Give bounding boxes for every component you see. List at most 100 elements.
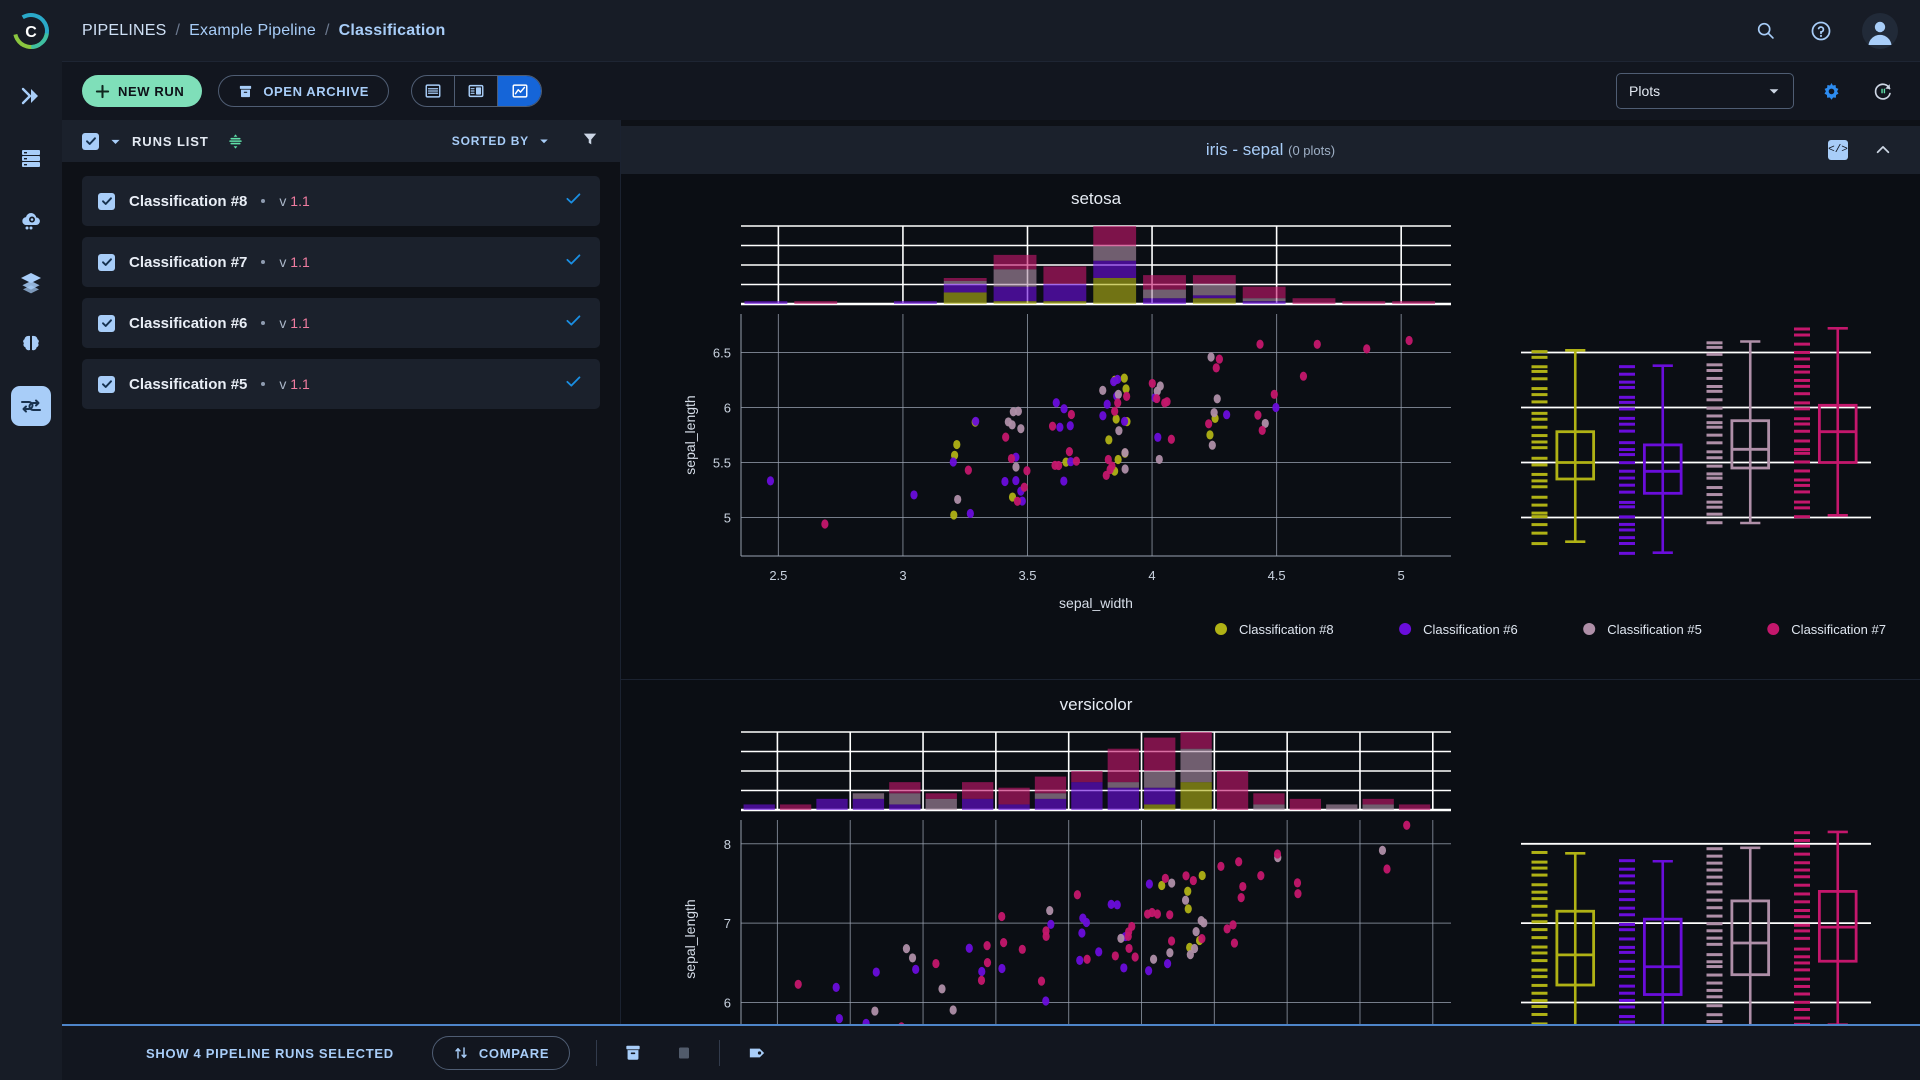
plot-card-actions: </> — [1828, 140, 1892, 160]
x-tick-label: 4 — [1148, 568, 1155, 583]
scatter-point — [767, 476, 774, 485]
scatter-point — [1190, 876, 1197, 885]
tag-selection-button[interactable] — [746, 1042, 768, 1064]
user-avatar-icon — [1863, 14, 1897, 48]
scatter-point — [1095, 947, 1102, 956]
scatter-point — [1067, 421, 1074, 430]
bottom-action-bar: SHOW 4 PIPELINE RUNS SELECTED COMPARE — [62, 1024, 1920, 1080]
scatter-point — [1164, 959, 1171, 968]
search-button[interactable] — [1750, 16, 1780, 46]
row-checkbox[interactable] — [98, 254, 115, 271]
new-run-button[interactable]: NEW RUN — [82, 75, 202, 107]
scatter-point — [1224, 924, 1231, 933]
sorted-by-label: SORTED BY — [452, 134, 529, 148]
plots-view-button[interactable] — [498, 76, 541, 106]
scatter-point — [1145, 966, 1152, 975]
breadcrumb-current: Classification — [339, 22, 446, 40]
chart-title: setosa — [1071, 189, 1122, 208]
scatter-point — [1146, 879, 1153, 888]
archive-selection-button[interactable] — [623, 1043, 643, 1063]
runs-list-header: RUNS LIST SORTED BY — [62, 120, 620, 162]
scatter-point — [795, 980, 802, 989]
plots-type-select[interactable]: Plots — [1616, 73, 1794, 109]
help-button[interactable] — [1806, 16, 1836, 46]
compare-button[interactable]: COMPARE — [432, 1036, 570, 1070]
scatter-point — [1383, 864, 1390, 873]
histogram-bar — [1144, 738, 1175, 771]
scatter-point — [1198, 916, 1205, 925]
plot-scroll-area[interactable]: setosasepal_length55.566.52.533.544.55se… — [621, 174, 1920, 1024]
app-root: C — [0, 0, 1920, 1080]
row-selected-check — [565, 312, 582, 334]
chevron-down-icon[interactable] — [109, 135, 122, 148]
histogram-bar — [994, 301, 1037, 304]
stop-selection-button[interactable] — [675, 1044, 693, 1062]
run-name: Classification #5 — [129, 376, 247, 393]
scatter-point — [833, 983, 840, 992]
scatter-point — [1168, 878, 1175, 887]
histogram-bar — [994, 269, 1037, 286]
sidebar-item-datasets[interactable] — [11, 138, 51, 178]
stop-square-icon — [675, 1044, 693, 1062]
breadcrumb-root[interactable]: PIPELINES — [82, 22, 167, 40]
histogram-bar — [744, 301, 787, 304]
setosa-chart-svg: setosasepal_length55.566.52.533.544.55se… — [621, 174, 1918, 674]
view-code-button[interactable]: </> — [1828, 140, 1848, 160]
scatter-point — [984, 958, 991, 967]
column-settings-icon[interactable] — [227, 133, 244, 150]
row-checkbox[interactable] — [98, 193, 115, 210]
scatter-point — [1182, 896, 1189, 905]
settings-button[interactable] — [1816, 76, 1846, 106]
scatter-point — [1114, 375, 1121, 384]
compare-label: COMPARE — [479, 1046, 549, 1061]
app-logo[interactable]: C — [0, 0, 62, 62]
check-icon — [85, 135, 97, 147]
scatter-point — [1017, 424, 1024, 433]
row-checkbox[interactable] — [98, 315, 115, 332]
bottom-divider-1 — [596, 1040, 597, 1066]
sidebar-item-pipelines[interactable] — [11, 386, 51, 426]
histogram-bar — [994, 287, 1037, 301]
sorted-by-control[interactable]: SORTED BY — [452, 134, 550, 148]
help-circle-icon — [1810, 20, 1832, 42]
plot-card: iris - sepal (0 plots) </> setosasepa — [621, 126, 1920, 1024]
histogram-bar — [1144, 771, 1175, 788]
histogram-bar — [1093, 246, 1136, 260]
sidebar-item-ai-workloads[interactable] — [11, 324, 51, 364]
row-checkbox[interactable] — [98, 376, 115, 393]
y-tick-label: 8 — [724, 837, 731, 852]
sidebar-item-models[interactable] — [11, 262, 51, 302]
table-row[interactable]: Classification #6v 1.1 — [82, 298, 600, 348]
table-row[interactable]: Classification #8v 1.1 — [82, 176, 600, 226]
selection-summary-label[interactable]: SHOW 4 PIPELINE RUNS SELECTED — [146, 1046, 394, 1061]
auto-refresh-button[interactable] — [1868, 76, 1898, 106]
scatter-point — [1128, 922, 1135, 931]
scatter-point — [1182, 871, 1189, 880]
scatter-point — [1046, 906, 1053, 915]
sidebar-item-expand-rail[interactable] — [11, 76, 51, 116]
histogram-bar — [926, 799, 957, 810]
histogram-bar — [1143, 298, 1186, 304]
scatter-point — [998, 964, 1005, 973]
chevron-up-icon[interactable] — [1874, 141, 1892, 159]
scatter-point — [1211, 408, 1218, 417]
table-row[interactable]: Classification #7v 1.1 — [82, 237, 600, 287]
histogram-bar — [994, 255, 1037, 269]
scatter-point — [1168, 936, 1175, 945]
table-row[interactable]: Classification #5v 1.1 — [82, 359, 600, 409]
breadcrumb-project[interactable]: Example Pipeline — [189, 22, 316, 40]
histogram-bar — [962, 799, 993, 810]
select-all-checkbox[interactable] — [82, 133, 99, 150]
table-view-button[interactable] — [412, 76, 455, 106]
histogram-bar — [926, 793, 957, 799]
avatar[interactable] — [1862, 13, 1898, 49]
split-view-button[interactable] — [455, 76, 498, 106]
histogram-bar — [889, 782, 920, 793]
open-archive-button[interactable]: OPEN ARCHIVE — [218, 75, 389, 107]
scatter-point — [873, 967, 880, 976]
scatter-point — [1271, 390, 1278, 399]
filter-button[interactable] — [582, 131, 598, 152]
check-icon — [101, 195, 113, 207]
row-selected-check — [565, 251, 582, 273]
sidebar-item-orchestration[interactable] — [11, 200, 51, 240]
